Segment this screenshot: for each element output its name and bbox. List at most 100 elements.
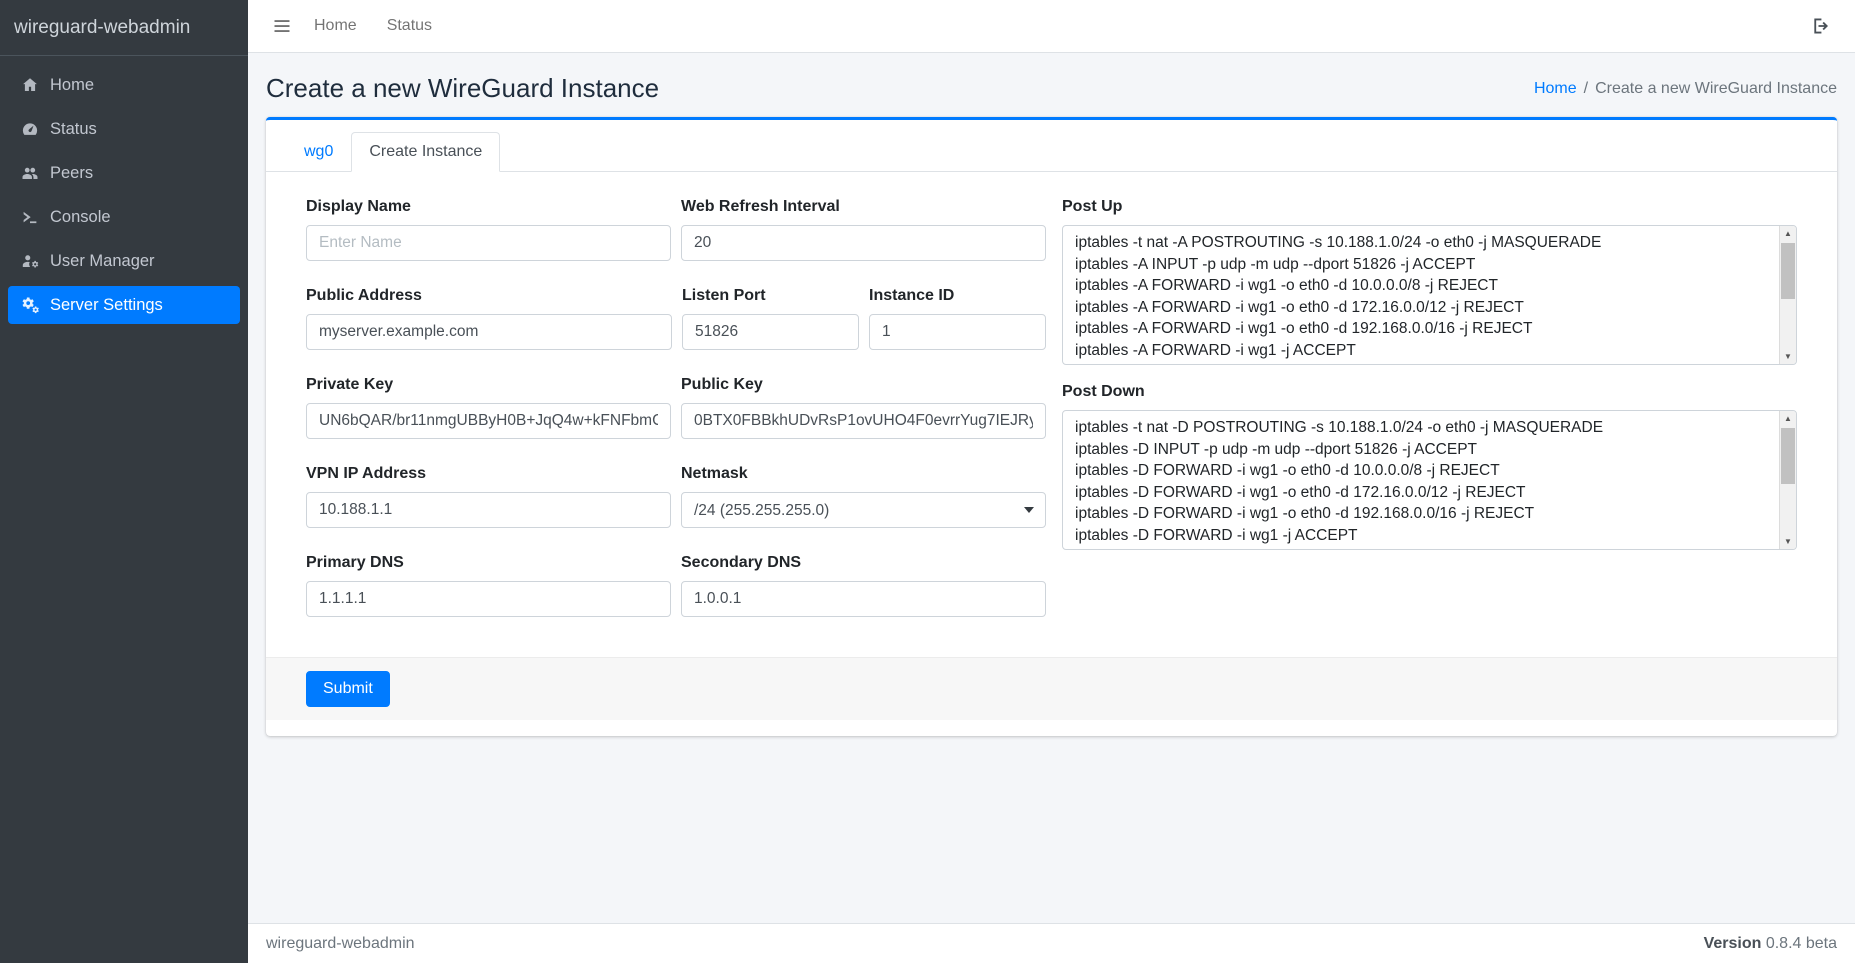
post-down-field-group: Post Down iptables -t nat -D POSTROUTING… — [1062, 383, 1797, 550]
listen-port-field-group: Listen Port — [682, 287, 859, 350]
sidebar-item-peers[interactable]: Peers — [8, 154, 240, 192]
post-down-scrollbar[interactable]: ▲ ▼ — [1779, 411, 1796, 549]
navbar-link-status[interactable]: Status — [387, 17, 432, 35]
hamburger-menu-icon[interactable] — [272, 16, 292, 36]
sidebar-item-label: Home — [50, 76, 94, 95]
tachometer-icon — [21, 120, 39, 138]
main-column: Home Status Create a new WireGuard Insta… — [248, 0, 1855, 963]
post-up-label: Post Up — [1062, 198, 1797, 216]
vpn-ip-label: VPN IP Address — [306, 465, 671, 483]
footer-version: Version 0.8.4 beta — [1704, 935, 1837, 953]
post-up-field-group: Post Up iptables -t nat -A POSTROUTING -… — [1062, 198, 1797, 365]
sidebar-nav: Home Status Peers Console User Manager S… — [0, 56, 248, 340]
netmask-field-group: Netmask /24 (255.255.255.0) — [681, 465, 1046, 528]
vpn-ip-field-group: VPN IP Address — [306, 465, 671, 528]
secondary-dns-input[interactable] — [681, 581, 1046, 617]
post-up-textarea-wrap: iptables -t nat -A POSTROUTING -s 10.188… — [1062, 225, 1797, 365]
public-address-field-group: Public Address — [306, 287, 672, 350]
secondary-dns-field-group: Secondary DNS — [681, 554, 1046, 617]
post-down-scrollbar-thumb[interactable] — [1781, 428, 1795, 484]
netmask-label: Netmask — [681, 465, 1046, 483]
public-key-field-group: Public Key — [681, 376, 1046, 439]
sidebar: wireguard-webadmin Home Status Peers Con… — [0, 0, 248, 963]
listen-port-input[interactable] — [682, 314, 859, 350]
primary-dns-input[interactable] — [306, 581, 671, 617]
submit-button[interactable]: Submit — [306, 671, 390, 707]
web-refresh-interval-field-group: Web Refresh Interval — [681, 198, 1046, 261]
tab-create-instance[interactable]: Create Instance — [351, 132, 500, 172]
post-down-scrollbar-track[interactable] — [1780, 426, 1796, 534]
navbar-link-home[interactable]: Home — [314, 17, 357, 35]
content-area: Create a new WireGuard Instance Home / Cre… — [248, 53, 1855, 923]
tab-wg0[interactable]: wg0 — [286, 132, 351, 172]
breadcrumb-separator: / — [1584, 80, 1588, 97]
sidebar-brand: wireguard-webadmin — [0, 0, 248, 56]
sidebar-item-label: Status — [50, 120, 97, 139]
terminal-icon — [21, 208, 39, 226]
post-down-label: Post Down — [1062, 383, 1797, 401]
display-name-label: Display Name — [306, 198, 671, 216]
primary-dns-label: Primary DNS — [306, 554, 671, 572]
home-icon — [21, 76, 39, 94]
sidebar-item-label: Console — [50, 208, 111, 227]
post-up-textarea[interactable]: iptables -t nat -A POSTROUTING -s 10.188… — [1063, 226, 1779, 364]
instance-card: wg0 Create Instance Display Name Web Ref… — [266, 117, 1837, 736]
public-address-input[interactable] — [306, 314, 672, 350]
secondary-dns-label: Secondary DNS — [681, 554, 1046, 572]
card-footer: Submit — [266, 657, 1837, 720]
post-up-scrollbar-thumb[interactable] — [1781, 243, 1795, 299]
breadcrumb-home-link[interactable]: Home — [1534, 80, 1577, 97]
public-key-label: Public Key — [681, 376, 1046, 394]
scroll-down-arrow-icon[interactable]: ▼ — [1780, 534, 1796, 549]
breadcrumb: Home / Create a new WireGuard Instance — [1534, 80, 1837, 98]
display-name-input[interactable] — [306, 225, 671, 261]
private-key-field-group: Private Key — [306, 376, 671, 439]
scroll-up-arrow-icon[interactable]: ▲ — [1780, 411, 1796, 426]
sidebar-item-console[interactable]: Console — [8, 198, 240, 236]
card-tabs: wg0 Create Instance — [266, 120, 1837, 172]
web-refresh-interval-label: Web Refresh Interval — [681, 198, 1046, 216]
sidebar-item-home[interactable]: Home — [8, 66, 240, 104]
display-name-field-group: Display Name — [306, 198, 671, 261]
instance-id-field-group: Instance ID — [869, 287, 1046, 350]
public-key-input[interactable] — [681, 403, 1046, 439]
cogs-icon — [21, 296, 39, 314]
form-left-column: Display Name Web Refresh Interval Public… — [306, 198, 1046, 643]
form-right-column: Post Up iptables -t nat -A POSTROUTING -… — [1062, 198, 1797, 643]
web-refresh-interval-input[interactable] — [681, 225, 1046, 261]
user-gear-icon — [21, 252, 39, 270]
form-row: VPN IP Address Netmask /24 (255.255.255.… — [306, 465, 1046, 528]
post-up-scrollbar-track[interactable] — [1780, 241, 1796, 349]
scroll-up-arrow-icon[interactable]: ▲ — [1780, 226, 1796, 241]
netmask-select-wrap: /24 (255.255.255.0) — [681, 492, 1046, 528]
page-footer: wireguard-webadmin Version 0.8.4 beta — [248, 923, 1855, 963]
app-root: wireguard-webadmin Home Status Peers Con… — [0, 0, 1855, 963]
sidebar-item-label: Server Settings — [50, 296, 163, 315]
listen-port-label: Listen Port — [682, 287, 859, 305]
sidebar-item-label: Peers — [50, 164, 93, 183]
sidebar-item-user-manager[interactable]: User Manager — [8, 242, 240, 280]
sidebar-item-status[interactable]: Status — [8, 110, 240, 148]
content-header: Create a new WireGuard Instance Home / Cre… — [248, 53, 1855, 117]
page-title: Create a new WireGuard Instance — [266, 73, 659, 104]
footer-version-label: Version — [1704, 935, 1762, 952]
form-row: Display Name Web Refresh Interval — [306, 198, 1046, 261]
logout-icon[interactable] — [1811, 16, 1831, 36]
primary-dns-field-group: Primary DNS — [306, 554, 671, 617]
post-up-scrollbar[interactable]: ▲ ▼ — [1779, 226, 1796, 364]
top-navbar: Home Status — [248, 0, 1855, 53]
form-row: Public Address Listen Port Instance ID — [306, 287, 1046, 350]
scroll-down-arrow-icon[interactable]: ▼ — [1780, 349, 1796, 364]
users-icon — [21, 164, 39, 182]
public-address-label: Public Address — [306, 287, 672, 305]
netmask-select[interactable]: /24 (255.255.255.0) — [681, 492, 1046, 528]
sidebar-item-server-settings[interactable]: Server Settings — [8, 286, 240, 324]
instance-id-input[interactable] — [869, 314, 1046, 350]
private-key-input[interactable] — [306, 403, 671, 439]
breadcrumb-current: Create a new WireGuard Instance — [1595, 80, 1837, 97]
instance-form: Display Name Web Refresh Interval Public… — [266, 172, 1837, 657]
vpn-ip-input[interactable] — [306, 492, 671, 528]
form-row: Primary DNS Secondary DNS — [306, 554, 1046, 617]
post-down-textarea[interactable]: iptables -t nat -D POSTROUTING -s 10.188… — [1063, 411, 1779, 549]
private-key-label: Private Key — [306, 376, 671, 394]
